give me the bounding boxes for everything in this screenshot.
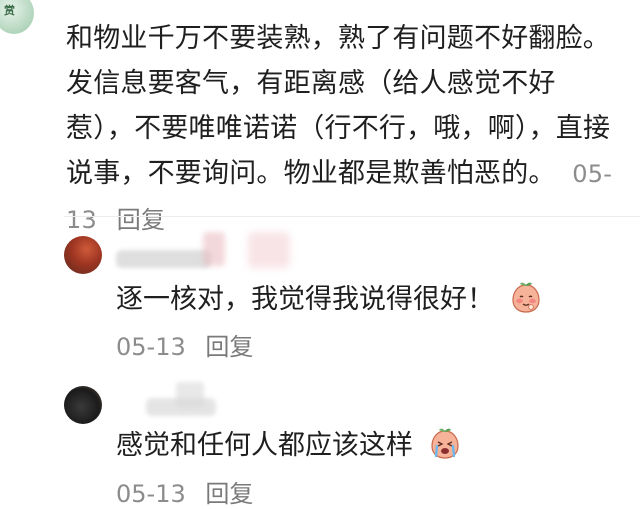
reply-button[interactable]: 回复 (117, 206, 165, 234)
reply-avatar[interactable] (64, 386, 102, 424)
blurred-badge (248, 232, 290, 268)
reply-meta: 05-13 回复 (116, 474, 253, 509)
reply-text: 逐一核对，我觉得我说得很好！ (116, 282, 543, 318)
divider (64, 216, 640, 217)
blushing-peach-emoji (511, 282, 540, 313)
blurred-username (116, 250, 211, 268)
reply-button[interactable]: 回复 (205, 480, 253, 508)
main-comment: 和物业千万不要装熟，熟了有问题不好翻脸。发信息要客气，有距离感（给人感觉不好惹）… (66, 16, 622, 243)
avatar-mark: 赏 (4, 4, 15, 17)
reply-text-content: 感觉和任何人都应该这样 (116, 430, 413, 461)
commenter-avatar[interactable]: 赏 (0, 0, 34, 34)
reply-meta: 05-13 回复 (116, 327, 253, 362)
reply-date: 05-13 (116, 480, 186, 508)
reply-avatar[interactable] (64, 236, 102, 274)
blurred-badge (176, 382, 204, 408)
crying-peach-emoji (430, 428, 459, 459)
reply-date: 05-13 (116, 333, 186, 361)
reply-text: 感觉和任何人都应该这样 (116, 428, 462, 464)
main-comment-text: 和物业千万不要装熟，熟了有问题不好翻脸。发信息要客气，有距离感（给人感觉不好惹）… (66, 23, 611, 189)
reply-text-content: 逐一核对，我觉得我说得很好！ (116, 284, 494, 315)
reply-button[interactable]: 回复 (205, 333, 253, 361)
blurred-badge (203, 232, 225, 266)
